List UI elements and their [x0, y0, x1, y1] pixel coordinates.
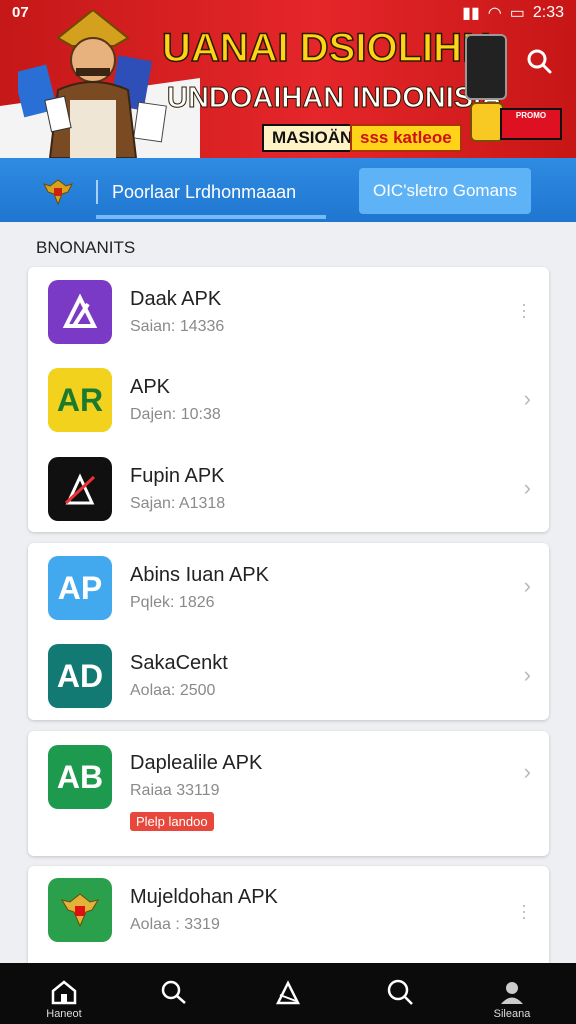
chevron-right-icon[interactable]: ›	[524, 759, 531, 785]
app-icon: AP	[48, 556, 112, 620]
app-logo-icon	[64, 473, 96, 505]
tab-primary[interactable]: Poorlaar Lrdhonmaaan	[112, 182, 296, 203]
bottom-nav-label: Haneot	[46, 1008, 82, 1020]
app-icon: AB	[48, 745, 112, 809]
chevron-right-icon[interactable]: ›	[524, 475, 531, 501]
app-card-group-2: AP Abins Iuan APK Pqlek: 1826 › AD SakaC…	[28, 543, 549, 720]
bottom-navigation: Haneot Sileana	[0, 963, 576, 1024]
app-meta: Raiaa 33119	[130, 782, 220, 799]
signal-icon: ▮▮	[462, 5, 480, 22]
promo-sign: PROMO	[500, 108, 562, 140]
bottom-nav-search-2[interactable]	[360, 963, 440, 1024]
banner-headline: UANAI DSIOLIHN	[161, 26, 491, 70]
list-item[interactable]: Mujeldohan APK Aolaa : 3319 · · ·	[28, 866, 549, 956]
list-item[interactable]: AD SakaCenkt Aolaa: 2500 ›	[28, 632, 549, 722]
app-name: Mujeldohan APK	[130, 886, 278, 908]
list-item[interactable]: Fupin APK Sajan: A1318 ›	[28, 445, 549, 535]
chevron-right-icon[interactable]: ›	[524, 573, 531, 599]
section-title: BNONANITS	[36, 238, 136, 257]
app-icon: AD	[48, 644, 112, 708]
garuda-icon	[60, 893, 100, 928]
app-name: Daplealile APK	[130, 752, 263, 774]
nav-divider	[96, 180, 98, 204]
coin-illustration	[470, 102, 504, 142]
banner-tag-yellow: sss katleoe	[350, 124, 462, 152]
search-icon	[387, 979, 413, 1005]
bottom-nav-home[interactable]: Haneot	[24, 963, 104, 1024]
tab-secondary-button[interactable]: OIC'sletro Gomans	[359, 168, 531, 214]
bottom-nav-profile[interactable]: Sileana	[472, 963, 552, 1024]
more-options-icon[interactable]: · · ·	[521, 896, 527, 926]
app-meta: Aolaa : 3319	[130, 916, 220, 933]
app-icon	[48, 878, 112, 942]
app-name: APK	[130, 376, 171, 398]
list-item[interactable]: AB Daplealile APK Raiaa 33119 Plelp land…	[28, 731, 549, 856]
app-card-group-3: AB Daplealile APK Raiaa 33119 Plelp land…	[28, 731, 549, 856]
emblem-icon	[275, 980, 301, 1005]
tab-active-indicator	[96, 215, 326, 219]
banner-tag-black: MASIOÄN	[262, 124, 363, 152]
chevron-right-icon[interactable]: ›	[524, 386, 531, 412]
app-icon	[48, 457, 112, 521]
status-carrier: 07	[12, 4, 29, 21]
app-meta: Saian: 14336	[130, 318, 225, 335]
promo-badge: Plelp landoo	[130, 812, 214, 831]
app-name: Fupin APK	[130, 465, 225, 487]
list-item[interactable]: AR APK Dajen: 10:38 ›	[28, 356, 549, 446]
app-name: Abins Iuan APK	[130, 564, 269, 586]
bottom-nav-emblem[interactable]	[248, 963, 328, 1024]
app-icon: AR	[48, 368, 112, 432]
app-name: Daak APK	[130, 288, 222, 310]
app-meta: Aolaa: 2500	[130, 682, 216, 699]
home-icon	[51, 980, 77, 1005]
phone-illustration	[465, 34, 507, 100]
more-options-icon[interactable]: · · ·	[521, 295, 527, 325]
app-meta: Dajen: 10:38	[130, 406, 221, 423]
list-item[interactable]: AP Abins Iuan APK Pqlek: 1826 ›	[28, 543, 549, 633]
app-name: SakaCenkt	[130, 652, 228, 674]
bottom-nav-search[interactable]	[134, 963, 214, 1024]
search-icon[interactable]	[526, 48, 552, 74]
app-logo-icon	[62, 293, 98, 328]
bottom-nav-label: Sileana	[493, 1008, 531, 1020]
profile-icon	[501, 982, 523, 1004]
list-item[interactable]: Daak APK Saian: 14336 · · ·	[28, 267, 549, 357]
status-time: 2:33	[532, 4, 564, 21]
mascot-illustration	[18, 10, 167, 158]
status-right: ▮▮ ◠ ▭ 2:33	[462, 3, 564, 23]
wifi-icon: ◠	[487, 5, 502, 22]
battery-icon: ▭	[509, 5, 525, 22]
app-meta: Sajan: A1318	[130, 495, 226, 512]
status-bar: 07 ▮▮ ◠ ▭ 2:33	[0, 0, 576, 26]
search-icon	[161, 980, 186, 1004]
chevron-right-icon[interactable]: ›	[524, 662, 531, 688]
app-card-group-1: Daak APK Saian: 14336 · · · AR APK Dajen: …	[28, 267, 549, 532]
app-meta: Pqlek: 1826	[130, 594, 215, 611]
garuda-emblem-icon[interactable]	[40, 174, 76, 210]
app-icon	[48, 280, 112, 344]
app-card-group-4: Mujeldohan APK Aolaa : 3319 · · ·	[28, 866, 549, 976]
banner-subheadline: UNDOAIHAN INDONISIA	[166, 82, 503, 115]
